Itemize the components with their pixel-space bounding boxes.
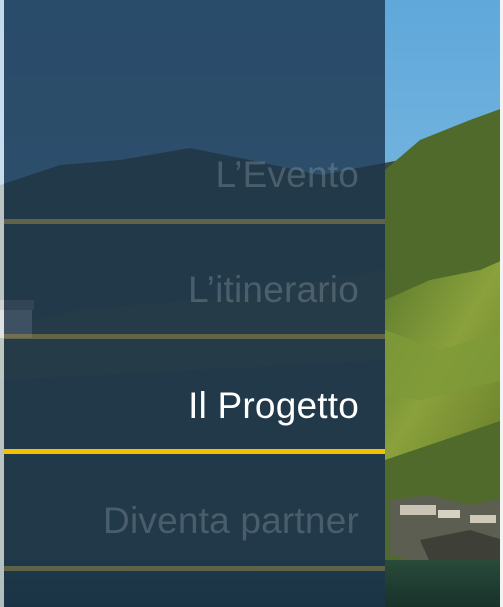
menu-item-label: L’itinerario (187, 269, 359, 310)
menu-item-itinerario[interactable]: L’itinerario (4, 268, 385, 312)
menu-item-progetto[interactable]: Il Progetto (4, 384, 385, 428)
menu-item-label: Il Progetto (188, 385, 359, 426)
menu-divider (4, 334, 385, 339)
menu-divider (4, 566, 385, 571)
menu-item-evento[interactable]: L’Evento (4, 153, 385, 197)
menu-item-partner[interactable]: Diventa partner (4, 499, 385, 543)
menu-divider (4, 219, 385, 224)
menu-divider-active (4, 449, 385, 454)
navigation-menu: L’Evento L’itinerario Il Progetto Divent… (4, 0, 385, 607)
menu-item-label: L’Evento (215, 154, 359, 195)
menu-item-label: Diventa partner (103, 500, 359, 541)
